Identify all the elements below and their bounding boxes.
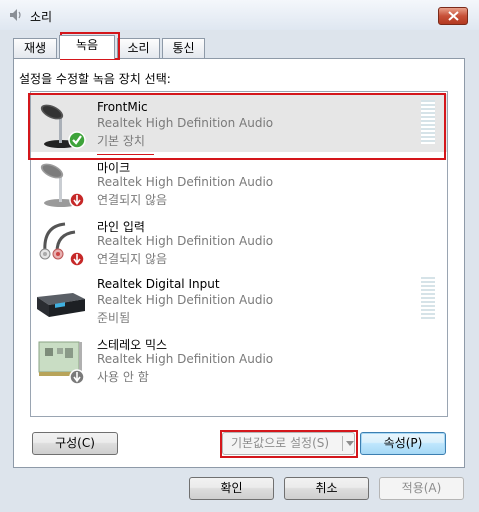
cancel-button[interactable]: 취소 xyxy=(284,477,369,500)
microphone-icon xyxy=(40,104,86,149)
title-bar: 소리 xyxy=(0,0,479,30)
properties-button[interactable]: 속성(P) xyxy=(360,432,446,455)
configure-button[interactable]: 구성(C) xyxy=(32,432,118,455)
close-button[interactable] xyxy=(438,7,468,25)
device-description: Realtek High Definition Audio xyxy=(97,175,274,189)
ok-button[interactable]: 확인 xyxy=(189,477,274,500)
device-name: 마이크 xyxy=(97,161,131,175)
list-item[interactable]: 라인 입력 Realtek High Definition Audio 연결되지… xyxy=(31,212,447,270)
digital-input-device-icon xyxy=(37,293,85,317)
list-item[interactable]: 스테레오 믹스 Realtek High Definition Audio 사용… xyxy=(31,330,447,388)
apply-button[interactable]: 적용(A) xyxy=(379,477,464,500)
device-description: Realtek High Definition Audio xyxy=(97,352,274,366)
speaker-icon xyxy=(10,9,21,21)
device-description: Realtek High Definition Audio xyxy=(97,234,274,248)
default-check-icon xyxy=(68,131,86,149)
device-status: 준비됨 xyxy=(97,311,131,325)
instruction-label: 설정을 수정할 녹음 장치 선택: xyxy=(19,72,171,86)
list-item[interactable]: 마이크 Realtek High Definition Audio 연결되지 않… xyxy=(31,153,447,211)
chevron-down-icon[interactable] xyxy=(346,441,354,446)
device-name: FrontMic xyxy=(97,100,148,114)
tab-recording[interactable]: 녹음 xyxy=(59,35,115,59)
device-status: 기본 장치 xyxy=(97,134,145,148)
device-status: 연결되지 않음 xyxy=(97,193,168,207)
status-underline xyxy=(97,154,154,155)
tab-communications[interactable]: 통신 xyxy=(162,38,205,58)
device-name: 라인 입력 xyxy=(97,220,145,234)
set-default-label: 기본값으로 설정(S) xyxy=(231,436,330,450)
list-item[interactable]: Realtek Digital Input Realtek High Defin… xyxy=(31,271,447,329)
device-list[interactable]: FrontMic Realtek High Definition Audio 기… xyxy=(30,91,448,417)
close-icon xyxy=(448,11,459,21)
device-name: Realtek Digital Input xyxy=(97,277,220,291)
device-status: 연결되지 않음 xyxy=(97,252,168,266)
line-in-cable-icon xyxy=(39,222,85,267)
set-default-button[interactable]: 기본값으로 설정(S) xyxy=(222,432,355,455)
window-title: 소리 xyxy=(30,10,53,24)
device-name: 스테레오 믹스 xyxy=(97,338,168,352)
disabled-icon xyxy=(69,369,85,385)
device-description: Realtek High Definition Audio xyxy=(97,116,274,130)
level-meter xyxy=(421,100,435,144)
tab-sounds[interactable]: 소리 xyxy=(117,38,160,58)
device-status: 사용 안 함 xyxy=(97,370,149,384)
disconnected-icon xyxy=(69,192,85,208)
disconnected-icon xyxy=(69,251,85,267)
microphone-icon xyxy=(40,163,85,208)
level-meter xyxy=(421,277,435,321)
device-description: Realtek High Definition Audio xyxy=(97,293,274,307)
list-item[interactable]: FrontMic Realtek High Definition Audio 기… xyxy=(31,94,447,152)
split-divider xyxy=(342,436,343,451)
tab-playback[interactable]: 재생 xyxy=(13,38,57,58)
sound-card-icon xyxy=(38,341,85,385)
